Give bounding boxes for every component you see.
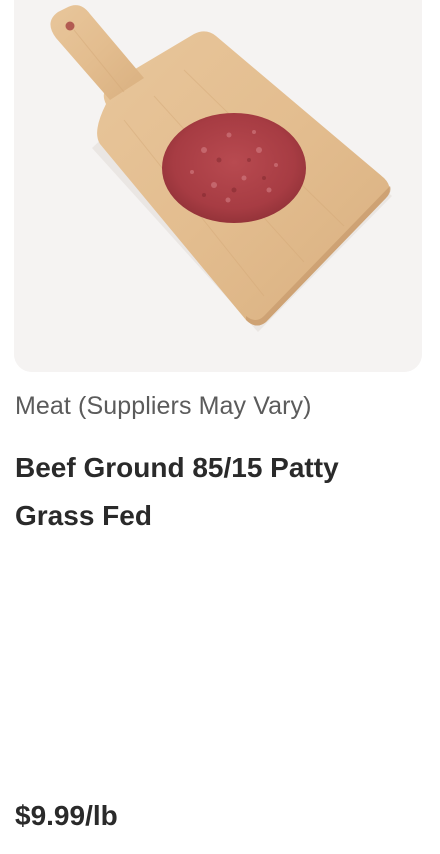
supplier-label: Meat (Suppliers May Vary) xyxy=(15,392,312,420)
product-card[interactable]: Meat (Suppliers May Vary) Beef Ground 85… xyxy=(0,0,440,854)
product-price: $9.99/lb xyxy=(15,800,118,831)
beef-patty-on-cutting-board-image xyxy=(14,0,422,372)
product-image[interactable] xyxy=(14,0,422,372)
product-name[interactable]: Beef Ground 85/15 Patty Grass Fed xyxy=(15,444,415,540)
